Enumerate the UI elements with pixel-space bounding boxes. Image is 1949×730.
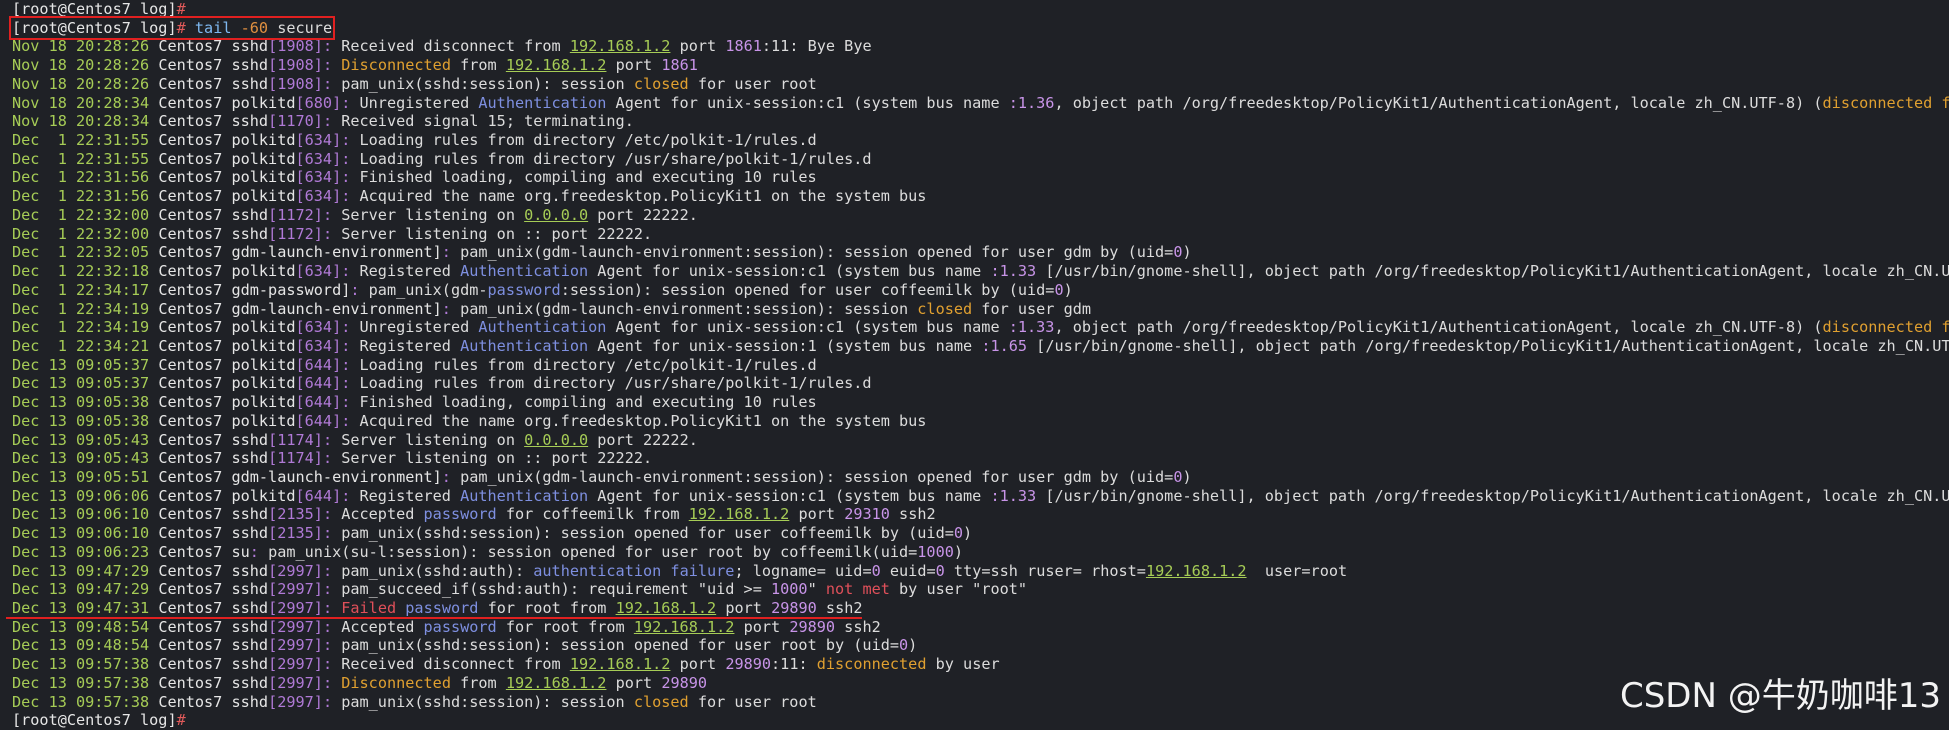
log-line: Dec 13 09:05:43 Centos7 sshd[1174]: Serv… — [12, 449, 653, 468]
log-line: Nov 18 20:28:26 Centos7 sshd[1908]: Disc… — [12, 56, 698, 75]
log-line: Dec 1 22:31:56 Centos7 polkitd[634]: Fin… — [12, 168, 817, 187]
log-line: Dec 1 22:34:19 Centos7 polkitd[634]: Unr… — [12, 318, 1949, 337]
log-line: Dec 13 09:06:23 Centos7 su: pam_unix(su-… — [12, 542, 964, 561]
command-file: secure — [277, 18, 333, 37]
log-line: Dec 1 22:34:21 Centos7 polkitd[634]: Reg… — [12, 336, 1949, 355]
terminal-window[interactable]: [root@Centos7 log]# [root@Centos7 log]# … — [0, 0, 1949, 730]
log-line: Dec 1 22:34:19 Centos7 gdm-launch-enviro… — [12, 299, 1092, 318]
command-arg: -60 — [240, 18, 269, 37]
log-line: Dec 13 09:05:38 Centos7 polkitd[644]: Fi… — [12, 393, 817, 412]
log-line: Nov 18 20:28:34 Centos7 polkitd[680]: Un… — [12, 93, 1949, 112]
log-line: Dec 13 09:47:29 Centos7 sshd[2997]: pam_… — [12, 580, 1028, 599]
log-line: Dec 1 22:31:56 Centos7 polkitd[634]: Acq… — [12, 187, 927, 206]
command-name: tail — [194, 18, 232, 37]
log-line: Dec 13 09:47:29 Centos7 sshd[2997]: pam_… — [12, 561, 1348, 580]
log-line: Dec 1 22:34:17 Centos7 gdm-password]: pa… — [12, 280, 1073, 299]
log-line: Dec 13 09:06:06 Centos7 polkitd[644]: Re… — [12, 486, 1949, 505]
log-line: Nov 18 20:28:26 Centos7 sshd[1908]: Rece… — [12, 37, 872, 56]
prompt: [root@Centos7 log] — [12, 0, 177, 18]
log-line: Dec 13 09:05:37 Centos7 polkitd[644]: Lo… — [12, 355, 817, 374]
prompt: [root@Centos7 log] — [12, 18, 177, 37]
log-line: Dec 1 22:32:00 Centos7 sshd[1172]: Serve… — [12, 205, 698, 224]
log-line: Dec 13 09:05:51 Centos7 gdm-launch-envir… — [12, 467, 1192, 486]
log-line: Dec 13 09:05:37 Centos7 polkitd[644]: Lo… — [12, 374, 872, 393]
log-line: Dec 13 09:05:38 Centos7 polkitd[644]: Ac… — [12, 411, 927, 430]
log-line: Dec 13 09:06:10 Centos7 sshd[2135]: Acce… — [12, 505, 936, 524]
log-line: Dec 1 22:32:18 Centos7 polkitd[634]: Reg… — [12, 262, 1949, 281]
prompt-line: [root@Centos7 log]# — [12, 0, 186, 18]
command-highlight: [root@Centos7 log]# tail -60 secure — [8, 15, 336, 40]
watermark: CSDN @牛奶咖啡13 — [1619, 676, 1941, 716]
log-line: Nov 18 20:28:34 Centos7 sshd[1170]: Rece… — [12, 112, 634, 131]
log-line: Dec 13 09:47:31 Centos7 sshd[2997]: Fail… — [12, 599, 863, 617]
log-line: Dec 13 09:48:54 Centos7 sshd[2997]: Acce… — [12, 617, 881, 636]
failed-line-underline — [6, 616, 862, 619]
log-line: Dec 13 09:48:54 Centos7 sshd[2997]: pam_… — [12, 636, 918, 655]
command-line: [root@Centos7 log]# tail -60 secure — [8, 15, 1949, 40]
log-output: Nov 18 20:28:26 Centos7 sshd[1908]: Rece… — [12, 37, 1949, 711]
log-line: Dec 1 22:31:55 Centos7 polkitd[634]: Loa… — [12, 149, 872, 168]
log-line: Nov 18 20:28:26 Centos7 sshd[1908]: pam_… — [12, 74, 817, 93]
log-line: Dec 1 22:32:05 Centos7 gdm-launch-enviro… — [12, 243, 1192, 262]
log-line: Dec 13 09:05:43 Centos7 sshd[1174]: Serv… — [12, 430, 698, 449]
log-line: Dec 1 22:32:00 Centos7 sshd[1172]: Serve… — [12, 224, 653, 243]
log-line: Dec 13 09:06:10 Centos7 sshd[2135]: pam_… — [12, 524, 973, 543]
log-line: Dec 1 22:31:55 Centos7 polkitd[634]: Loa… — [12, 131, 817, 150]
